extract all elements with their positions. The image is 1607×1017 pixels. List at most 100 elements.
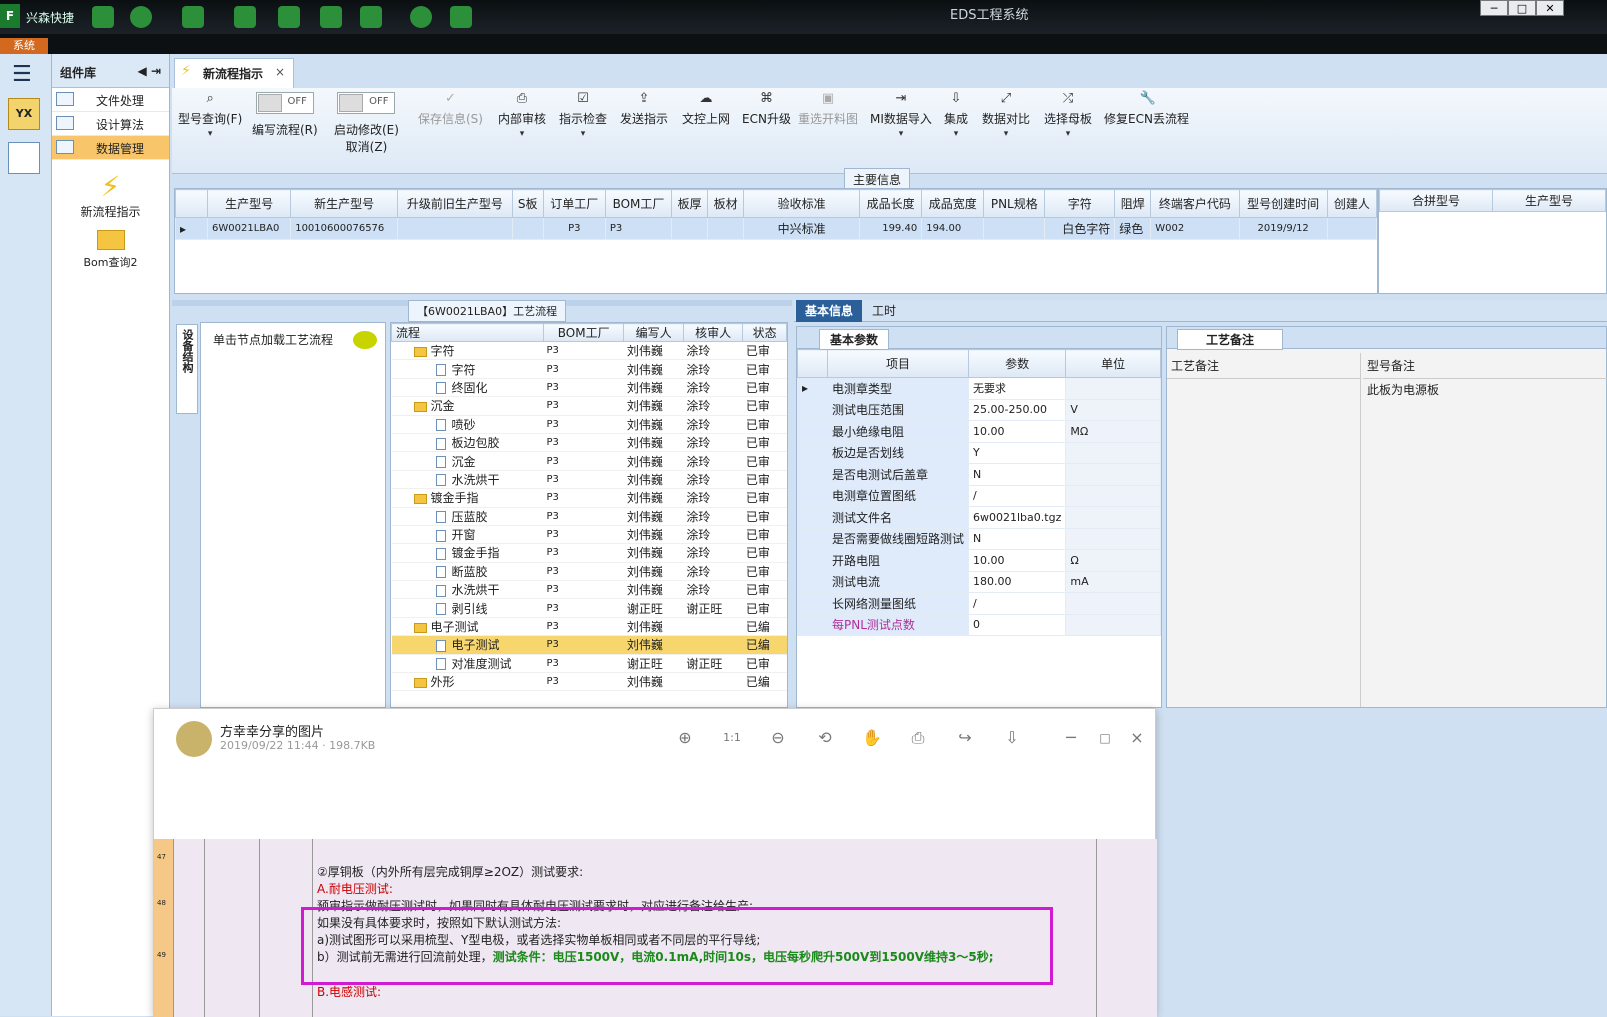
cell[interactable] [683,635,743,655]
col-header[interactable]: 升级前旧生产型号 [397,189,513,218]
cell[interactable]: 已审 [742,488,787,508]
cell[interactable]: 涂玲 [683,451,743,471]
cell[interactable]: 已编 [742,617,787,637]
yx-module-icon[interactable]: YX [8,98,40,130]
cell[interactable]: 已审 [742,415,787,434]
tree-row[interactable]: 字符 P3 刘伟巍 涂玲 已审 [391,341,787,361]
col-header[interactable]: 成品长度 [859,189,923,218]
col-header[interactable]: 流程 [391,323,544,342]
col-header[interactable]: 参数 [968,349,1067,378]
system-menu[interactable]: 系统 [0,38,48,54]
cell[interactable]: P3 [543,617,624,637]
col-header[interactable]: 项目 [826,349,970,378]
cell[interactable]: 已审 [742,341,787,361]
scissors-icon[interactable] [234,6,256,28]
cell[interactable]: 6W0021LBA0 [206,217,292,240]
cell[interactable]: P3 [543,562,624,582]
cell[interactable]: 谢正旺 [623,598,684,618]
param-value[interactable]: 10.00 [968,549,1067,572]
mi-import-button[interactable]: ⇥ MI数据导入 ▾ [870,92,932,140]
cell[interactable]: P3 [543,635,624,655]
cell[interactable]: 开窗 [391,525,544,545]
cell[interactable]: P3 [543,525,624,545]
cell[interactable]: 涂玲 [683,341,743,361]
col-header[interactable]: 板材 [707,189,745,218]
cell[interactable]: 已审 [742,507,787,526]
cell[interactable]: 已编 [742,672,787,692]
send-instruction-button[interactable]: ⇪ 发送指示 [620,92,668,127]
cell[interactable]: 已编 [742,635,787,655]
param-value[interactable]: N [968,527,1067,550]
cell[interactable]: 刘伟巍 [623,543,684,563]
param-value[interactable]: N [968,463,1067,486]
minimize-icon[interactable]: ─ [1060,727,1082,749]
cell[interactable]: 已审 [742,378,787,398]
cell[interactable]: 刘伟巍 [623,580,684,600]
minimize-button[interactable]: ─ [1480,0,1508,16]
cell[interactable]: 电子测试 [391,617,544,637]
cell[interactable]: 刘伟巍 [623,451,684,471]
cell[interactable]: P3 [543,359,624,379]
cell[interactable]: 涂玲 [683,507,743,526]
copy-icon[interactable] [320,6,342,28]
cell[interactable]: 已审 [742,433,787,453]
col-header[interactable]: 状态 [742,323,787,342]
col-header[interactable]: 字符 [1044,189,1116,218]
col-header[interactable]: 单位 [1065,349,1161,378]
cell[interactable]: P3 [543,451,624,471]
cell[interactable]: 刘伟巍 [623,378,684,398]
cell[interactable]: P3 [543,580,624,600]
cell[interactable]: P3 [543,672,624,692]
reselect-cut-drawing-button[interactable]: ▣ 重选开料图 [798,92,858,127]
tree-row[interactable]: 喷砂 P3 刘伟巍 涂玲 已审 [391,415,787,434]
cell[interactable]: 已审 [742,562,787,582]
cell[interactable]: 涂玲 [683,359,743,379]
cell[interactable]: 涂玲 [683,415,743,434]
cell[interactable]: W002 [1150,217,1240,240]
cell[interactable] [671,217,709,240]
tree-row[interactable]: 断蓝胶 P3 刘伟巍 涂玲 已审 [391,562,787,582]
cell[interactable]: P3 [543,378,624,398]
cell[interactable]: 已审 [742,543,787,563]
user-icon[interactable] [410,6,432,28]
cell[interactable]: P3 [543,470,624,490]
cell[interactable] [707,217,745,240]
cell[interactable]: 中兴标准 [743,217,861,240]
param-value[interactable]: 6w0021lba0.tgz [968,506,1067,529]
param-value[interactable]: 180.00 [968,570,1067,593]
cell[interactable]: 谢正旺 [623,654,684,674]
component-item-file[interactable]: 文件处理 [52,88,169,112]
cell[interactable]: 已审 [742,580,787,600]
model-note-value[interactable]: 此板为电源板 [1363,379,1607,400]
param-value[interactable]: 25.00-250.00 [968,398,1067,421]
tree-row[interactable]: 字符 P3 刘伟巍 涂玲 已审 [391,359,787,379]
cell[interactable]: 刘伟巍 [623,341,684,361]
toggle-switch[interactable]: OFF [255,92,314,114]
param-value[interactable]: Y [968,441,1067,464]
component-item-algorithm[interactable]: 设计算法 [52,112,169,136]
col-header[interactable]: PNL规格 [983,189,1046,218]
ecn-upgrade-button[interactable]: ⌘ ECN升级 [742,92,791,127]
tree-row[interactable]: 镀金手指 P3 刘伟巍 涂玲 已审 [391,543,787,563]
cell[interactable]: 已审 [742,396,787,416]
cell[interactable]: 刘伟巍 [623,415,684,434]
doc-control-button[interactable]: ☁ 文控上网 [682,92,730,127]
chart-icon[interactable] [450,6,472,28]
cell[interactable]: 10010600076576 [290,217,399,240]
cell[interactable]: P3 [543,654,624,674]
hamburger-icon[interactable]: ☰ [12,62,32,87]
cell[interactable]: 镀金手指 [391,543,544,563]
cell[interactable] [983,217,1046,240]
film-icon[interactable] [278,6,300,28]
actual-size-icon[interactable]: 1:1 [721,727,743,749]
check-instruction-button[interactable]: ☑ 指示检查 ▾ [559,92,607,140]
tree-row[interactable]: 终固化 P3 刘伟巍 涂玲 已审 [391,378,787,398]
cell[interactable]: 刘伟巍 [623,507,684,526]
cell[interactable]: 涂玲 [683,433,743,453]
cell[interactable]: P3 [543,488,624,508]
internal-review-button[interactable]: ⎙ 内部审核 ▾ [498,92,546,140]
bom-query-button[interactable]: Bom查询2 [52,230,169,270]
cell[interactable]: 外形 [391,672,544,692]
grid-icon[interactable] [182,6,204,28]
edit-process-toggle[interactable]: OFF 编写流程(R) [252,92,318,138]
